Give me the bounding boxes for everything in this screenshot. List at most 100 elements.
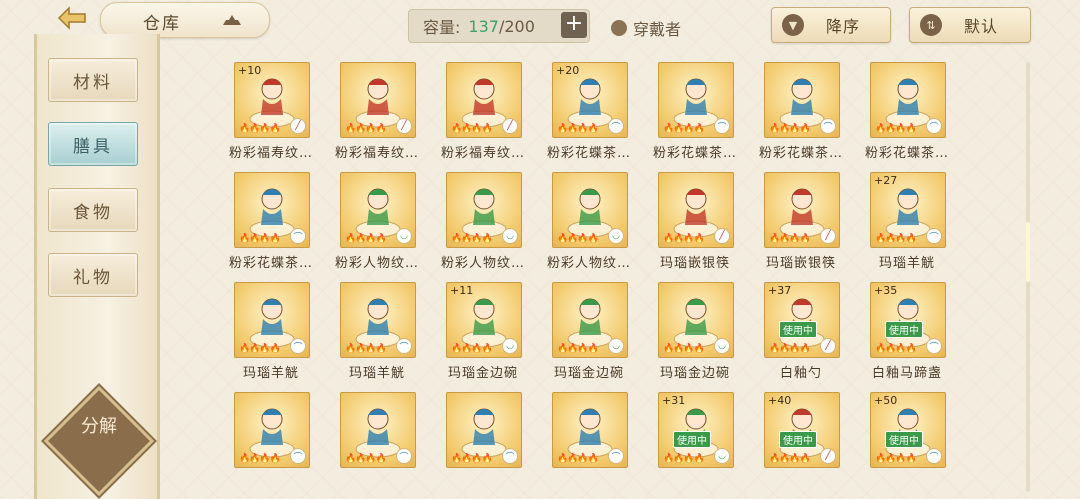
item-card[interactable]: +35 使用中 🔥🔥🔥🔥 ⌒: [870, 282, 946, 358]
tab-food[interactable]: 食物: [48, 188, 138, 232]
item-name: 玛瑙羊觥: [878, 256, 935, 271]
expand-capacity-button[interactable]: +: [561, 12, 587, 38]
item-name: 粉彩人物纹…: [546, 256, 631, 271]
scrollbar-thumb[interactable]: [1026, 222, 1030, 282]
item-type-icon: ╱: [396, 118, 412, 134]
item-type-icon: ⌒: [290, 448, 306, 464]
in-use-badge: 使用中: [779, 431, 817, 448]
item-name: 粉彩人物纹…: [334, 256, 419, 271]
rarity-flames-icon: 🔥🔥🔥🔥: [239, 234, 281, 244]
item-card[interactable]: 🔥🔥🔥🔥 ◡: [552, 172, 628, 248]
wearer-filter-toggle[interactable]: 穿戴者: [611, 16, 681, 40]
item-count: +37: [768, 284, 792, 297]
item-card[interactable]: 🔥🔥🔥🔥 ⌒: [552, 392, 628, 468]
item-card[interactable]: 🔥🔥🔥🔥 ╱: [764, 172, 840, 248]
warehouse-title-tab: 仓库: [100, 2, 270, 38]
item-type-icon: ╱: [820, 228, 836, 244]
item-count: +11: [450, 284, 474, 297]
rarity-flames-icon: 🔥🔥🔥🔥: [451, 124, 493, 134]
item-card[interactable]: 🔥🔥🔥🔥 ◡: [658, 282, 734, 358]
hat-icon: [223, 15, 241, 25]
item-card[interactable]: 🔥🔥🔥🔥 ⌒: [870, 62, 946, 138]
item-name: 粉彩花蝶茶…: [864, 146, 949, 161]
item-type-icon: ◡: [502, 228, 518, 244]
item-card[interactable]: +40 使用中 🔥🔥🔥🔥 ╱: [764, 392, 840, 468]
item-card[interactable]: 🔥🔥🔥🔥 ⌒: [234, 282, 310, 358]
back-arrow-icon: [57, 6, 86, 30]
default-sort-button[interactable]: ⇅ 默认: [909, 7, 1031, 43]
radio-dot-icon: [611, 20, 627, 36]
item-count: +50: [874, 394, 898, 407]
item-name: 粉彩福寿纹…: [228, 146, 313, 161]
scrollbar[interactable]: [1026, 62, 1030, 492]
tab-materials[interactable]: 材料: [48, 58, 138, 102]
item-card[interactable]: +27 🔥🔥🔥🔥 ⌒: [870, 172, 946, 248]
item-card[interactable]: +31 使用中 🔥🔥🔥🔥 ◡: [658, 392, 734, 468]
rarity-flames-icon: 🔥🔥🔥🔥: [557, 344, 599, 354]
rarity-flames-icon: 🔥🔥🔥🔥: [557, 234, 599, 244]
tab-label: 材料: [73, 72, 113, 93]
rarity-flames-icon: 🔥🔥🔥🔥: [239, 344, 281, 354]
item-count: +35: [874, 284, 898, 297]
item-card[interactable]: 🔥🔥🔥🔥 ◡: [446, 172, 522, 248]
item-card[interactable]: +11 🔥🔥🔥🔥 ◡: [446, 282, 522, 358]
item-card[interactable]: +20 🔥🔥🔥🔥 ⌒: [552, 62, 628, 138]
capacity-label: 容量:: [423, 18, 461, 37]
item-card[interactable]: 🔥🔥🔥🔥 ⌒: [446, 392, 522, 468]
tab-tableware[interactable]: 膳具: [48, 122, 138, 166]
rarity-flames-icon: 🔥🔥🔥🔥: [769, 454, 811, 464]
item-card[interactable]: +10 🔥🔥🔥🔥 ╱: [234, 62, 310, 138]
rarity-flames-icon: 🔥🔥🔥🔥: [875, 454, 917, 464]
in-use-badge: 使用中: [885, 321, 923, 338]
rarity-flames-icon: 🔥🔥🔥🔥: [239, 124, 281, 134]
item-card[interactable]: 🔥🔥🔥🔥 ⌒: [234, 392, 310, 468]
item-type-icon: ⌒: [926, 228, 942, 244]
rarity-flames-icon: 🔥🔥🔥🔥: [451, 234, 493, 244]
wearer-filter-label: 穿戴者: [633, 20, 682, 39]
rarity-flames-icon: 🔥🔥🔥🔥: [663, 344, 705, 354]
item-type-icon: ⌒: [608, 118, 624, 134]
tab-gifts[interactable]: 礼物: [48, 253, 138, 297]
decompose-label: 分解: [81, 416, 117, 437]
rarity-flames-icon: 🔥🔥🔥🔥: [345, 454, 387, 464]
rarity-flames-icon: 🔥🔥🔥🔥: [451, 454, 493, 464]
item-name: 粉彩人物纹…: [440, 256, 525, 271]
in-use-badge: 使用中: [885, 431, 923, 448]
tab-label: 食物: [73, 202, 113, 223]
item-card[interactable]: 🔥🔥🔥🔥 ⌒: [234, 172, 310, 248]
sort-order-button[interactable]: ▼ 降序: [771, 7, 891, 43]
item-card[interactable]: 🔥🔥🔥🔥 ⌒: [658, 62, 734, 138]
rarity-flames-icon: 🔥🔥🔥🔥: [345, 344, 387, 354]
rarity-flames-icon: 🔥🔥🔥🔥: [663, 234, 705, 244]
item-card[interactable]: 🔥🔥🔥🔥 ╱: [446, 62, 522, 138]
item-card[interactable]: 🔥🔥🔥🔥 ╱: [340, 62, 416, 138]
item-card[interactable]: 🔥🔥🔥🔥 ◡: [340, 172, 416, 248]
rarity-flames-icon: 🔥🔥🔥🔥: [875, 124, 917, 134]
item-card[interactable]: 🔥🔥🔥🔥 ⌒: [340, 282, 416, 358]
item-count: +31: [662, 394, 686, 407]
item-name: 白釉马蹄盏: [871, 366, 942, 381]
capacity-current: 137: [468, 16, 499, 36]
item-type-icon: ⌒: [290, 228, 306, 244]
tab-label: 膳具: [73, 136, 113, 157]
item-name: 玛瑙金边碗: [659, 366, 730, 381]
item-type-icon: ⌒: [608, 448, 624, 464]
item-type-icon: ⌒: [714, 118, 730, 134]
item-card[interactable]: 🔥🔥🔥🔥 ◡: [552, 282, 628, 358]
item-card[interactable]: +50 使用中 🔥🔥🔥🔥 ⌒: [870, 392, 946, 468]
back-button[interactable]: [52, 3, 92, 33]
item-name: 玛瑙羊觥: [348, 366, 405, 381]
rarity-flames-icon: 🔥🔥🔥🔥: [769, 234, 811, 244]
item-type-icon: ◡: [608, 338, 624, 354]
capacity-max: 200: [504, 16, 535, 36]
in-use-badge: 使用中: [779, 321, 817, 338]
item-type-icon: ⌒: [926, 338, 942, 354]
sort-order-label: 降序: [826, 17, 861, 36]
item-card[interactable]: 🔥🔥🔥🔥 ╱: [658, 172, 734, 248]
item-card[interactable]: 🔥🔥🔥🔥 ⌒: [764, 62, 840, 138]
item-name: 玛瑙嵌银筷: [659, 256, 730, 271]
item-card[interactable]: +37 使用中 🔥🔥🔥🔥 ╱: [764, 282, 840, 358]
item-card[interactable]: 🔥🔥🔥🔥 ⌒: [340, 392, 416, 468]
rarity-flames-icon: 🔥🔥🔥🔥: [875, 344, 917, 354]
item-type-icon: ◡: [608, 228, 624, 244]
